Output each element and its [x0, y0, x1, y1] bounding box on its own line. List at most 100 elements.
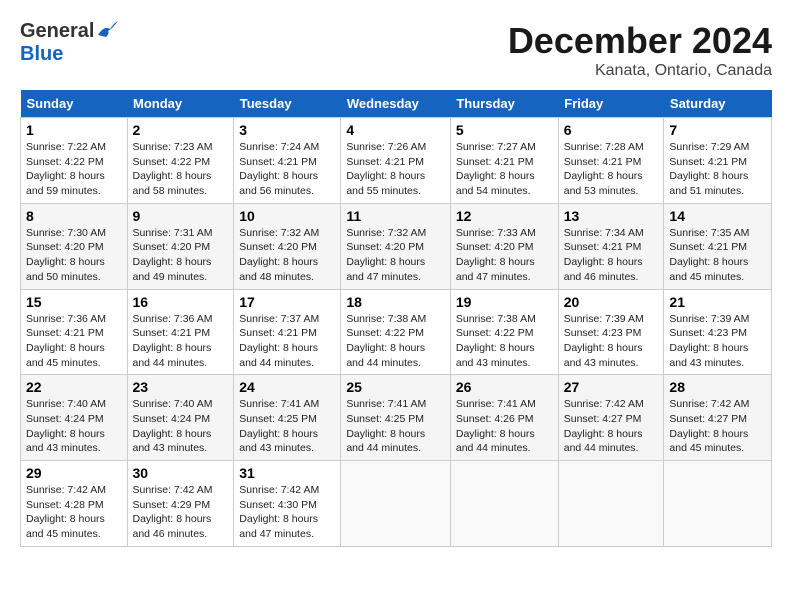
- day-number: 15: [26, 294, 122, 310]
- day-info: Sunrise: 7:27 AMSunset: 4:21 PMDaylight:…: [456, 141, 536, 197]
- day-number: 23: [133, 379, 229, 395]
- day-number: 27: [564, 379, 659, 395]
- day-info: Sunrise: 7:42 AMSunset: 4:27 PMDaylight:…: [669, 398, 749, 454]
- calendar-cell: 24 Sunrise: 7:41 AMSunset: 4:25 PMDayligh…: [234, 375, 341, 461]
- calendar-week-row: 1 Sunrise: 7:22 AMSunset: 4:22 PMDaylight…: [21, 118, 772, 204]
- day-info: Sunrise: 7:33 AMSunset: 4:20 PMDaylight:…: [456, 227, 536, 283]
- day-info: Sunrise: 7:36 AMSunset: 4:21 PMDaylight:…: [26, 313, 106, 369]
- day-number: 20: [564, 294, 659, 310]
- calendar-cell: 5 Sunrise: 7:27 AMSunset: 4:21 PMDaylight…: [450, 118, 558, 204]
- day-number: 5: [456, 122, 553, 138]
- day-info: Sunrise: 7:28 AMSunset: 4:21 PMDaylight:…: [564, 141, 644, 197]
- weekday-header-row: SundayMondayTuesdayWednesdayThursdayFrid…: [21, 90, 772, 118]
- day-number: 17: [239, 294, 335, 310]
- calendar-cell: 29Sunrise: 7:42 AMSunset: 4:28 PMDayligh…: [21, 461, 128, 547]
- day-number: 16: [133, 294, 229, 310]
- calendar-cell: 3 Sunrise: 7:24 AMSunset: 4:21 PMDaylight…: [234, 118, 341, 204]
- calendar-week-row: 15 Sunrise: 7:36 AMSunset: 4:21 PMDayligh…: [21, 289, 772, 375]
- calendar-cell: [558, 461, 664, 547]
- day-info: Sunrise: 7:24 AMSunset: 4:21 PMDaylight:…: [239, 141, 319, 197]
- day-info: Sunrise: 7:31 AMSunset: 4:20 PMDaylight:…: [133, 227, 213, 283]
- day-info: Sunrise: 7:26 AMSunset: 4:21 PMDaylight:…: [346, 141, 426, 197]
- calendar-cell: 9 Sunrise: 7:31 AMSunset: 4:20 PMDaylight…: [127, 203, 234, 289]
- day-number: 13: [564, 208, 659, 224]
- calendar-cell: 8 Sunrise: 7:30 AMSunset: 4:20 PMDaylight…: [21, 203, 128, 289]
- calendar-cell: 12 Sunrise: 7:33 AMSunset: 4:20 PMDayligh…: [450, 203, 558, 289]
- page-header: General Blue December 2024 Kanata, Ontar…: [20, 20, 772, 80]
- day-info: Sunrise: 7:39 AMSunset: 4:23 PMDaylight:…: [564, 313, 644, 369]
- day-info: Sunrise: 7:38 AMSunset: 4:22 PMDaylight:…: [456, 313, 536, 369]
- day-number: 12: [456, 208, 553, 224]
- calendar-cell: 16 Sunrise: 7:36 AMSunset: 4:21 PMDayligh…: [127, 289, 234, 375]
- day-number: 10: [239, 208, 335, 224]
- main-title: December 2024: [508, 20, 772, 62]
- day-info: Sunrise: 7:34 AMSunset: 4:21 PMDaylight:…: [564, 227, 644, 283]
- calendar-cell: 30 Sunrise: 7:42 AMSunset: 4:29 PMDayligh…: [127, 461, 234, 547]
- calendar-cell: 19 Sunrise: 7:38 AMSunset: 4:22 PMDayligh…: [450, 289, 558, 375]
- day-number: 26: [456, 379, 553, 395]
- calendar-table: SundayMondayTuesdayWednesdayThursdayFrid…: [20, 90, 772, 547]
- calendar-cell: 23 Sunrise: 7:40 AMSunset: 4:24 PMDayligh…: [127, 375, 234, 461]
- day-info: Sunrise: 7:42 AMSunset: 4:29 PMDaylight:…: [133, 484, 213, 540]
- logo-bird-icon: [96, 21, 118, 39]
- calendar-week-row: 22Sunrise: 7:40 AMSunset: 4:24 PMDayligh…: [21, 375, 772, 461]
- day-info: Sunrise: 7:30 AMSunset: 4:20 PMDaylight:…: [26, 227, 106, 283]
- day-info: Sunrise: 7:42 AMSunset: 4:30 PMDaylight:…: [239, 484, 319, 540]
- day-number: 2: [133, 122, 229, 138]
- calendar-cell: 26Sunrise: 7:41 AMSunset: 4:26 PMDayligh…: [450, 375, 558, 461]
- day-number: 24: [239, 379, 335, 395]
- logo: General Blue: [20, 20, 118, 66]
- calendar-cell: 25Sunrise: 7:41 AMSunset: 4:25 PMDayligh…: [341, 375, 451, 461]
- day-number: 29: [26, 465, 122, 481]
- day-number: 8: [26, 208, 122, 224]
- day-info: Sunrise: 7:40 AMSunset: 4:24 PMDaylight:…: [133, 398, 213, 454]
- day-info: Sunrise: 7:32 AMSunset: 4:20 PMDaylight:…: [346, 227, 426, 283]
- title-block: December 2024 Kanata, Ontario, Canada: [508, 20, 772, 80]
- day-number: 25: [346, 379, 445, 395]
- calendar-week-row: 8 Sunrise: 7:30 AMSunset: 4:20 PMDaylight…: [21, 203, 772, 289]
- weekday-header-thursday: Thursday: [450, 90, 558, 118]
- calendar-cell: 31 Sunrise: 7:42 AMSunset: 4:30 PMDayligh…: [234, 461, 341, 547]
- calendar-cell: 15 Sunrise: 7:36 AMSunset: 4:21 PMDayligh…: [21, 289, 128, 375]
- subtitle: Kanata, Ontario, Canada: [508, 62, 772, 80]
- calendar-cell: 21 Sunrise: 7:39 AMSunset: 4:23 PMDayligh…: [664, 289, 772, 375]
- day-number: 9: [133, 208, 229, 224]
- calendar-cell: [664, 461, 772, 547]
- calendar-cell: 20 Sunrise: 7:39 AMSunset: 4:23 PMDayligh…: [558, 289, 664, 375]
- weekday-header-sunday: Sunday: [21, 90, 128, 118]
- day-info: Sunrise: 7:23 AMSunset: 4:22 PMDaylight:…: [133, 141, 213, 197]
- day-number: 3: [239, 122, 335, 138]
- day-info: Sunrise: 7:22 AMSunset: 4:22 PMDaylight:…: [26, 141, 106, 197]
- logo-blue-text: Blue: [20, 43, 63, 66]
- day-number: 6: [564, 122, 659, 138]
- calendar-cell: 17 Sunrise: 7:37 AMSunset: 4:21 PMDayligh…: [234, 289, 341, 375]
- calendar-week-row: 29Sunrise: 7:42 AMSunset: 4:28 PMDayligh…: [21, 461, 772, 547]
- day-number: 1: [26, 122, 122, 138]
- day-info: Sunrise: 7:37 AMSunset: 4:21 PMDaylight:…: [239, 313, 319, 369]
- calendar-cell: [341, 461, 451, 547]
- day-info: Sunrise: 7:35 AMSunset: 4:21 PMDaylight:…: [669, 227, 749, 283]
- day-number: 19: [456, 294, 553, 310]
- day-info: Sunrise: 7:32 AMSunset: 4:20 PMDaylight:…: [239, 227, 319, 283]
- day-number: 14: [669, 208, 766, 224]
- weekday-header-tuesday: Tuesday: [234, 90, 341, 118]
- calendar-cell: 7Sunrise: 7:29 AMSunset: 4:21 PMDaylight…: [664, 118, 772, 204]
- day-number: 11: [346, 208, 445, 224]
- calendar-cell: 1 Sunrise: 7:22 AMSunset: 4:22 PMDaylight…: [21, 118, 128, 204]
- day-info: Sunrise: 7:40 AMSunset: 4:24 PMDaylight:…: [26, 398, 106, 454]
- day-info: Sunrise: 7:38 AMSunset: 4:22 PMDaylight:…: [346, 313, 426, 369]
- weekday-header-wednesday: Wednesday: [341, 90, 451, 118]
- day-info: Sunrise: 7:39 AMSunset: 4:23 PMDaylight:…: [669, 313, 749, 369]
- calendar-cell: 22Sunrise: 7:40 AMSunset: 4:24 PMDayligh…: [21, 375, 128, 461]
- calendar-cell: 10 Sunrise: 7:32 AMSunset: 4:20 PMDayligh…: [234, 203, 341, 289]
- day-info: Sunrise: 7:41 AMSunset: 4:25 PMDaylight:…: [239, 398, 319, 454]
- day-number: 30: [133, 465, 229, 481]
- calendar-cell: 11 Sunrise: 7:32 AMSunset: 4:20 PMDayligh…: [341, 203, 451, 289]
- weekday-header-monday: Monday: [127, 90, 234, 118]
- day-number: 31: [239, 465, 335, 481]
- day-info: Sunrise: 7:36 AMSunset: 4:21 PMDaylight:…: [133, 313, 213, 369]
- weekday-header-friday: Friday: [558, 90, 664, 118]
- calendar-cell: 4Sunrise: 7:26 AMSunset: 4:21 PMDaylight…: [341, 118, 451, 204]
- day-number: 21: [669, 294, 766, 310]
- weekday-header-saturday: Saturday: [664, 90, 772, 118]
